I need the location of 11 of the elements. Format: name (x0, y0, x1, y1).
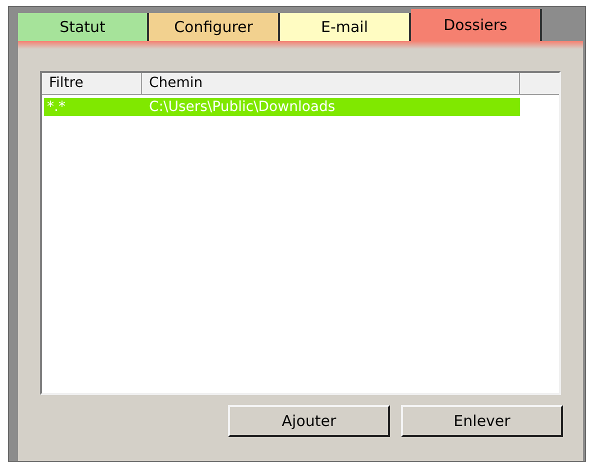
file-list[interactable]: Filtre Chemin *.* C:\Users\Public\Downloads (40, 71, 561, 395)
column-header[interactable]: Filtre (42, 73, 142, 94)
tab[interactable]: Configurer (149, 13, 280, 41)
filter-cell-text: *.* (46, 98, 66, 116)
tab[interactable]: Dossiers (411, 9, 542, 41)
tab[interactable]: E-mail (280, 13, 411, 41)
tab[interactable]: Statut (18, 13, 149, 41)
path-cell-text: C:\Users\Public\Downloads (148, 98, 336, 116)
column-header[interactable]: Chemin (142, 73, 520, 94)
add-button[interactable]: Ajouter (228, 405, 390, 437)
remove-button[interactable]: Enlever (401, 405, 563, 437)
